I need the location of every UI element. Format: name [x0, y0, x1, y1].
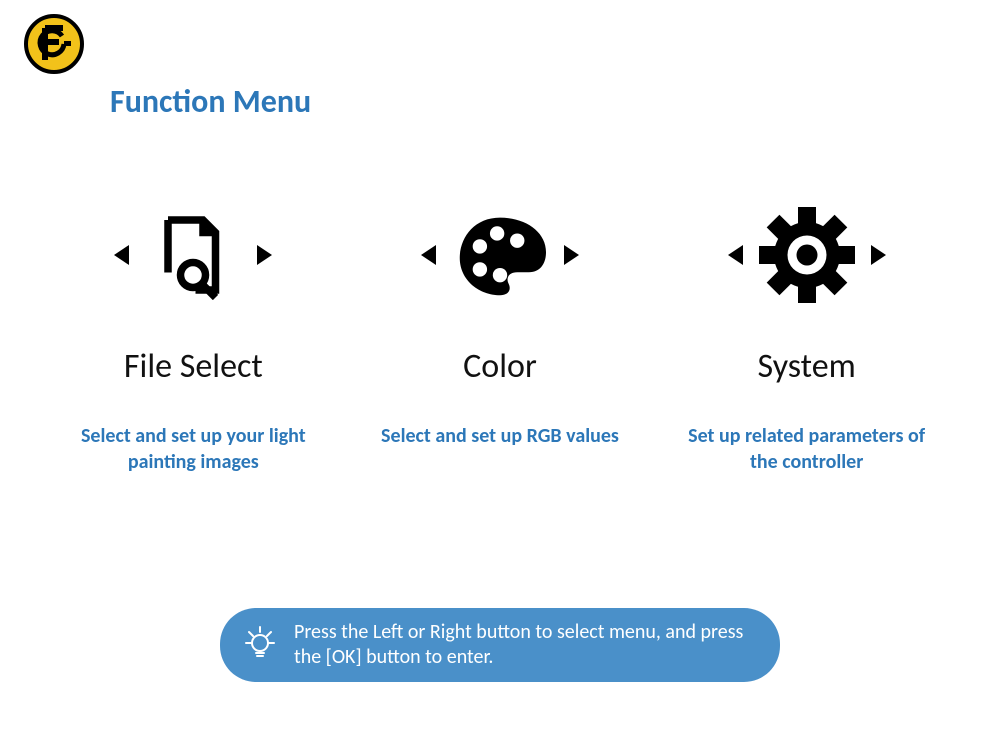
- page-title: Function Menu: [110, 82, 311, 121]
- right-arrow-icon: [871, 245, 886, 265]
- file-select-icon: [143, 205, 243, 305]
- menu-item-title: File Select: [124, 346, 263, 387]
- menu-row: File Select Select and set up your light…: [0, 200, 1000, 475]
- menu-item-system[interactable]: System Set up related parameters of the …: [657, 200, 957, 475]
- right-arrow-icon: [564, 245, 579, 265]
- gear-icon: [757, 205, 857, 305]
- lightbulb-icon: [240, 623, 280, 668]
- menu-item-desc: Set up related parameters of the control…: [677, 423, 937, 475]
- left-arrow-icon: [728, 245, 743, 265]
- menu-item-title: System: [757, 346, 855, 387]
- left-arrow-icon: [114, 245, 129, 265]
- menu-item-desc: Select and set up RGB values: [381, 423, 619, 449]
- menu-item-file-select[interactable]: File Select Select and set up your light…: [43, 200, 343, 475]
- menu-item-title: Color: [463, 346, 537, 387]
- icon-row: [114, 200, 272, 310]
- menu-item-color[interactable]: Color Select and set up RGB values: [350, 200, 650, 475]
- left-arrow-icon: [421, 245, 436, 265]
- menu-item-desc: Select and set up your light painting im…: [63, 423, 323, 475]
- icon-row: [728, 200, 886, 310]
- logo: [24, 14, 84, 74]
- palette-icon: [450, 205, 550, 305]
- right-arrow-icon: [257, 245, 272, 265]
- icon-row: [421, 200, 579, 310]
- hint-text: Press the Left or Right button to select…: [294, 620, 746, 670]
- hint-pill: Press the Left or Right button to select…: [220, 608, 780, 682]
